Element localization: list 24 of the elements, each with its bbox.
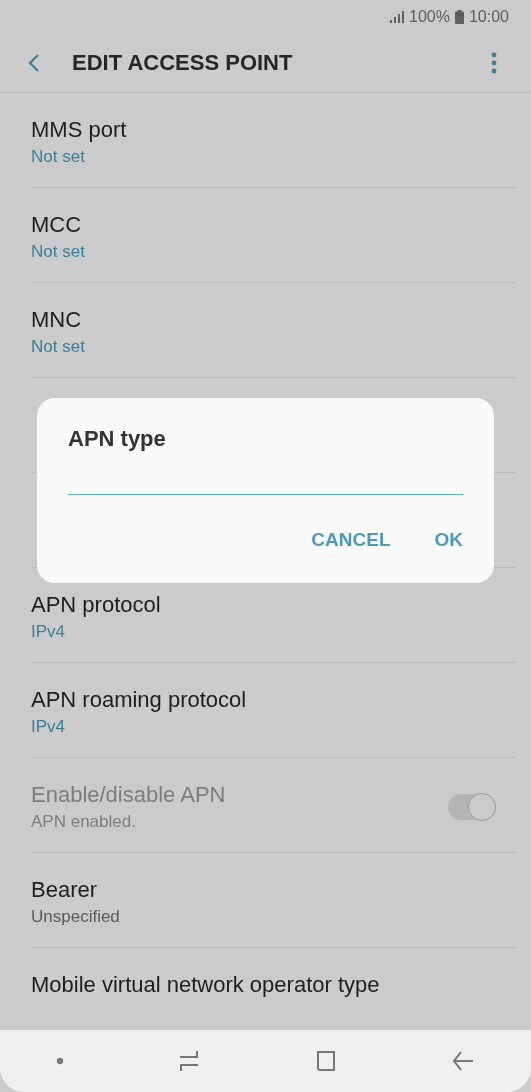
more-options-icon[interactable] (491, 52, 497, 74)
setting-title[interactable]: MCC (31, 212, 516, 238)
dialog-title: APN type (68, 426, 167, 452)
setting-value: Not set (31, 147, 86, 167)
setting-title[interactable]: MNC (31, 307, 516, 333)
battery-level: 100% (409, 8, 450, 26)
back-arrow-icon[interactable] (450, 1049, 475, 1073)
setting-title[interactable]: Bearer (31, 877, 516, 903)
setting-value: Unspecified (31, 907, 121, 927)
setting-title[interactable]: APN protocol (31, 592, 516, 618)
back-icon[interactable] (28, 53, 40, 73)
dot-icon[interactable] (56, 1057, 65, 1065)
clock: 10:00 (468, 8, 509, 26)
setting-value: Not set (31, 242, 86, 262)
battery-icon (454, 10, 464, 24)
setting-value: IPv4 (31, 717, 67, 737)
screen-title: EDIT ACCESS POINT (72, 50, 294, 76)
setting-title[interactable]: MMS port (31, 117, 516, 143)
signal-icon (390, 11, 405, 23)
setting-value: Not set (31, 337, 86, 357)
setting-title[interactable]: Mobile virtual network operator type (31, 972, 516, 998)
setting-value: IPv4 (31, 622, 67, 642)
setting-value: APN enabled. (31, 812, 137, 832)
setting-title[interactable]: APN roaming protocol (31, 687, 516, 713)
